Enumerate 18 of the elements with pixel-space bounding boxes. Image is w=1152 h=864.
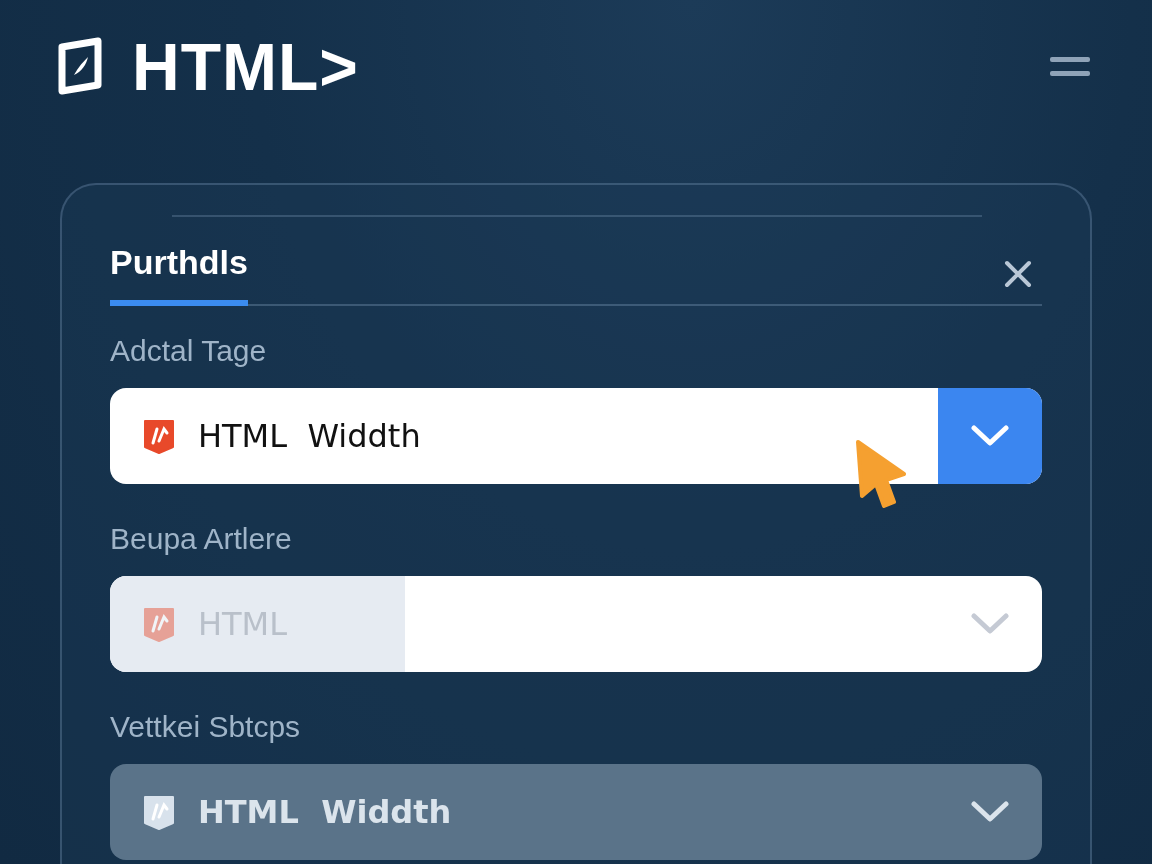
badge-icon [142,417,176,455]
field-value: HTML Widdth [198,417,421,455]
dropdown-field[interactable]: HTML Widdth [110,764,1042,860]
field-value: HTML Widdth [198,793,452,831]
cursor-icon [854,438,908,508]
badge-icon [142,605,176,643]
field-label: Beupa Artlere [110,522,293,556]
chevron-icon [971,425,1009,447]
field-label: Vettkei Sbtcps [110,710,302,744]
menu-icon[interactable] [1050,55,1090,79]
close-icon[interactable] [1004,259,1032,288]
tab[interactable]: Purthdls [110,243,248,306]
badge-icon [142,793,176,831]
field-label: Adctal Tage [110,334,268,368]
chevron-button[interactable] [938,388,1042,484]
chevron-icon [971,613,1009,635]
chevron-icon [971,801,1009,823]
logo-text: HTML> [132,29,359,105]
